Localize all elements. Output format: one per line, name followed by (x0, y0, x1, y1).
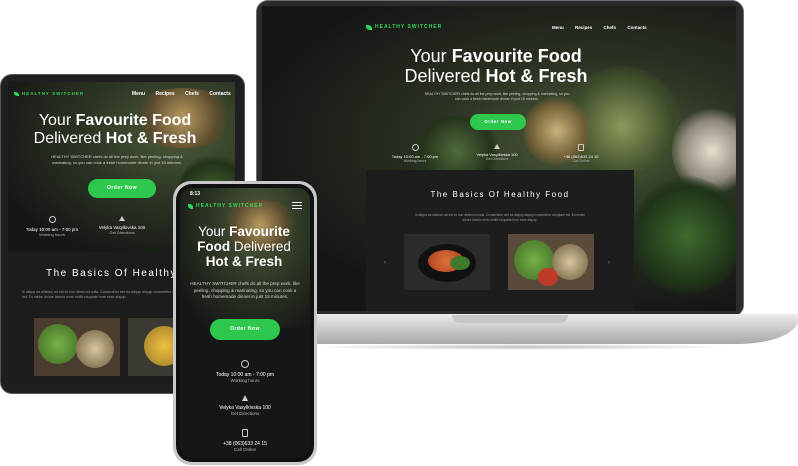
phone-hero-text: HEALTHY SWITCHER chefs do all the prep w… (190, 281, 300, 300)
leaf-logo-icon (366, 24, 372, 30)
phone-address[interactable]: Velyka Vasylkivska 100 Get Directions (180, 395, 310, 416)
laptop-carousel-prev[interactable]: ‹ (384, 260, 386, 266)
laptop-notch (452, 315, 568, 323)
laptop-phone[interactable]: +38 (063)633 24 15 Call Online (546, 144, 616, 163)
hamburger-menu-icon[interactable] (292, 202, 302, 209)
laptop-basics-text: In aliqua ea ullamco ad est ex non deser… (414, 213, 586, 222)
tablet-nav: Menu Recipes Chefs Contacts (132, 91, 231, 97)
tablet-order-button[interactable]: Order Now (88, 179, 156, 198)
laptop-carousel-next[interactable]: › (608, 260, 610, 266)
laptop-logo[interactable]: HEALTHY SWITCHER (366, 24, 442, 30)
phone-phone[interactable]: +38 (063)633 24 15 Call Online (180, 429, 310, 452)
nav-item-contacts[interactable]: Contacts (627, 25, 646, 30)
location-arrow-icon (119, 216, 125, 221)
nav-item-menu[interactable]: Menu (552, 25, 564, 30)
nav-item-recipes[interactable]: Recipes (575, 25, 592, 30)
tablet-hours: Today 10:00 am - 7:00 pm Working hours (12, 216, 92, 237)
clock-icon (411, 144, 419, 151)
nav-item-menu[interactable]: Menu (132, 91, 145, 97)
laptop-food-photo-bowls (508, 234, 594, 290)
tablet-address[interactable]: Velyka Vasylkivska 100 Get Directions (82, 216, 162, 235)
phone-status-time: 8:13 (190, 191, 201, 197)
phone-hero-title: Your Favourite Food Delivered Hot & Fres… (197, 224, 291, 270)
phone-hours: Today 10:00 am - 7:00 pm Working hours (180, 360, 310, 383)
phone-logo[interactable]: HEALTHY SWITCHER (188, 203, 263, 209)
leaf-logo-icon (14, 91, 19, 96)
laptop-screen: HEALTHY SWITCHER Menu Recipes Chefs Cont… (262, 6, 736, 311)
nav-item-chefs[interactable]: Chefs (185, 91, 199, 97)
phone-icon (242, 429, 248, 437)
nav-item-recipes[interactable]: Recipes (155, 91, 174, 97)
location-arrow-icon (242, 395, 248, 401)
laptop-hero-title: Your Favourite Food Delivered Hot & Fres… (404, 46, 588, 87)
tablet-hero-title: Your Favourite Food Delivered Hot & Fres… (33, 112, 197, 147)
location-arrow-icon (494, 144, 500, 149)
tablet-basics-text: In aliqua ea ullamco ad est ex non deser… (22, 290, 187, 300)
leaf-logo-icon (188, 203, 193, 209)
phone-screen: 8:13 HEALTHY SWITCHER Your Favourite Foo… (180, 188, 310, 458)
laptop-address[interactable]: Velyka Vasylkivska 100 Get Directions (462, 144, 532, 161)
laptop-order-button[interactable]: Order Now (470, 114, 526, 130)
clock-icon (48, 216, 56, 223)
laptop-basics-title: The Basics Of Healthy Food (430, 190, 570, 199)
laptop-hero-text: HEALTHY SWITCHER chefs do all the prep w… (424, 92, 570, 101)
phone-icon (578, 144, 584, 151)
laptop-brand-text: HEALTHY SWITCHER (375, 24, 443, 30)
laptop-nav: Menu Recipes Chefs Contacts (552, 25, 647, 30)
laptop-shadow (300, 344, 740, 350)
nav-item-chefs[interactable]: Chefs (604, 25, 617, 30)
tablet-food-photo-bowls (34, 318, 120, 376)
phone-brand-text: HEALTHY SWITCHER (196, 203, 264, 209)
phone-order-button[interactable]: Order Now (210, 319, 280, 340)
tablet-brand-text: HEALTHY SWITCHER (22, 91, 85, 96)
tablet-logo[interactable]: HEALTHY SWITCHER (14, 91, 84, 96)
nav-item-contacts[interactable]: Contacts (209, 91, 230, 97)
laptop-food-photo-salmon (404, 234, 490, 290)
tablet-hero-text: HEALTHY SWITCHER chefs do all the prep w… (51, 154, 183, 165)
laptop-hours: Today 10:00 am - 7:00 pm Working hours (380, 144, 450, 163)
clock-icon (241, 360, 249, 368)
